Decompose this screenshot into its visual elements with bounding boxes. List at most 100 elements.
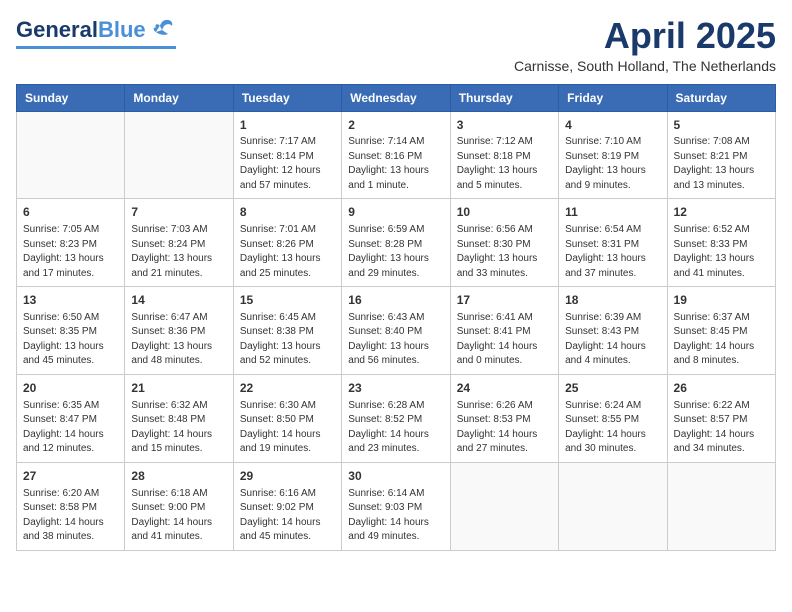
day-info: Sunrise: 6:56 AM Sunset: 8:30 PM Dayligh…: [457, 223, 552, 281]
day-info: Sunrise: 7:14 AM Sunset: 8:16 PM Dayligh…: [348, 135, 443, 193]
day-number: 29: [240, 468, 335, 485]
calendar-cell: 17 Sunrise: 6:41 AM Sunset: 8:41 PM Dayli…: [450, 287, 558, 375]
calendar-week-row: 6 Sunrise: 7:05 AM Sunset: 8:23 PM Daylig…: [17, 199, 776, 287]
day-info: Sunrise: 6:39 AM Sunset: 8:43 PM Dayligh…: [565, 311, 660, 369]
page-header: General Blue April 2025 Carnisse, South …: [16, 16, 776, 74]
day-number: 6: [23, 204, 118, 221]
calendar-cell: [125, 111, 233, 199]
calendar-cell: 25 Sunrise: 6:24 AM Sunset: 8:55 PM Dayli…: [559, 374, 667, 462]
calendar-cell: 11 Sunrise: 6:54 AM Sunset: 8:31 PM Dayli…: [559, 199, 667, 287]
day-number: 28: [131, 468, 226, 485]
day-info: Sunrise: 6:22 AM Sunset: 8:57 PM Dayligh…: [674, 399, 769, 457]
calendar-cell: 23 Sunrise: 6:28 AM Sunset: 8:52 PM Dayli…: [342, 374, 450, 462]
day-number: 5: [674, 117, 769, 134]
calendar-cell: 30 Sunrise: 6:14 AM Sunset: 9:03 PM Dayli…: [342, 462, 450, 550]
calendar-cell: 5Sunrise: 7:08 AM Sunset: 8:21 PM Daylig…: [667, 111, 775, 199]
calendar-cell: 9 Sunrise: 6:59 AM Sunset: 8:28 PM Daylig…: [342, 199, 450, 287]
weekday-header-saturday: Saturday: [667, 84, 775, 111]
logo-text-blue: Blue: [98, 19, 146, 41]
day-number: 9: [348, 204, 443, 221]
day-number: 30: [348, 468, 443, 485]
day-number: 11: [565, 204, 660, 221]
day-info: Sunrise: 6:30 AM Sunset: 8:50 PM Dayligh…: [240, 399, 335, 457]
calendar-week-row: 13 Sunrise: 6:50 AM Sunset: 8:35 PM Dayli…: [17, 287, 776, 375]
day-number: 19: [674, 292, 769, 309]
day-info: Sunrise: 7:05 AM Sunset: 8:23 PM Dayligh…: [23, 223, 118, 281]
day-info: Sunrise: 6:50 AM Sunset: 8:35 PM Dayligh…: [23, 311, 118, 369]
calendar-cell: 12Sunrise: 6:52 AM Sunset: 8:33 PM Dayli…: [667, 199, 775, 287]
calendar-week-row: 27Sunrise: 6:20 AM Sunset: 8:58 PM Dayli…: [17, 462, 776, 550]
calendar-cell: 19 Sunrise: 6:37 AM Sunset: 8:45 PM Dayli…: [667, 287, 775, 375]
day-info: Sunrise: 6:35 AM Sunset: 8:47 PM Dayligh…: [23, 399, 118, 457]
day-number: 22: [240, 380, 335, 397]
calendar-cell: 10 Sunrise: 6:56 AM Sunset: 8:30 PM Dayli…: [450, 199, 558, 287]
day-info: Sunrise: 6:59 AM Sunset: 8:28 PM Dayligh…: [348, 223, 443, 281]
day-number: 1: [240, 117, 335, 134]
calendar-cell: [17, 111, 125, 199]
day-number: 4: [565, 117, 660, 134]
day-number: 24: [457, 380, 552, 397]
calendar-week-row: 1Sunrise: 7:17 AM Sunset: 8:14 PM Daylig…: [17, 111, 776, 199]
day-number: 27: [23, 468, 118, 485]
day-number: 23: [348, 380, 443, 397]
calendar-cell: 7Sunrise: 7:03 AM Sunset: 8:24 PM Daylig…: [125, 199, 233, 287]
weekday-header-wednesday: Wednesday: [342, 84, 450, 111]
day-info: Sunrise: 6:52 AM Sunset: 8:33 PM Dayligh…: [674, 223, 769, 281]
logo-bird-icon: [148, 16, 176, 44]
calendar-cell: [450, 462, 558, 550]
logo-text-general: General: [16, 19, 98, 41]
calendar-cell: 4Sunrise: 7:10 AM Sunset: 8:19 PM Daylig…: [559, 111, 667, 199]
weekday-header-friday: Friday: [559, 84, 667, 111]
calendar-cell: 2Sunrise: 7:14 AM Sunset: 8:16 PM Daylig…: [342, 111, 450, 199]
day-info: Sunrise: 6:24 AM Sunset: 8:55 PM Dayligh…: [565, 399, 660, 457]
day-info: Sunrise: 6:28 AM Sunset: 8:52 PM Dayligh…: [348, 399, 443, 457]
day-number: 21: [131, 380, 226, 397]
day-number: 10: [457, 204, 552, 221]
calendar-cell: 28 Sunrise: 6:18 AM Sunset: 9:00 PM Dayli…: [125, 462, 233, 550]
day-info: Sunrise: 7:10 AM Sunset: 8:19 PM Dayligh…: [565, 135, 660, 193]
logo: General Blue: [16, 16, 176, 49]
calendar-subtitle: Carnisse, South Holland, The Netherlands: [514, 58, 776, 74]
weekday-header-monday: Monday: [125, 84, 233, 111]
day-info: Sunrise: 6:14 AM Sunset: 9:03 PM Dayligh…: [348, 487, 443, 545]
day-number: 16: [348, 292, 443, 309]
day-info: Sunrise: 6:37 AM Sunset: 8:45 PM Dayligh…: [674, 311, 769, 369]
calendar-cell: 16Sunrise: 6:43 AM Sunset: 8:40 PM Dayli…: [342, 287, 450, 375]
day-number: 8: [240, 204, 335, 221]
day-info: Sunrise: 6:32 AM Sunset: 8:48 PM Dayligh…: [131, 399, 226, 457]
calendar-cell: [559, 462, 667, 550]
calendar-cell: 29 Sunrise: 6:16 AM Sunset: 9:02 PM Dayli…: [233, 462, 341, 550]
day-info: Sunrise: 7:17 AM Sunset: 8:14 PM Dayligh…: [240, 135, 335, 193]
calendar-title: April 2025: [514, 16, 776, 56]
calendar-cell: 1Sunrise: 7:17 AM Sunset: 8:14 PM Daylig…: [233, 111, 341, 199]
calendar-cell: 15Sunrise: 6:45 AM Sunset: 8:38 PM Dayli…: [233, 287, 341, 375]
calendar-table: SundayMondayTuesdayWednesdayThursdayFrid…: [16, 84, 776, 551]
day-number: 20: [23, 380, 118, 397]
day-info: Sunrise: 6:18 AM Sunset: 9:00 PM Dayligh…: [131, 487, 226, 545]
day-number: 14: [131, 292, 226, 309]
day-info: Sunrise: 6:16 AM Sunset: 9:02 PM Dayligh…: [240, 487, 335, 545]
day-number: 13: [23, 292, 118, 309]
calendar-cell: 14Sunrise: 6:47 AM Sunset: 8:36 PM Dayli…: [125, 287, 233, 375]
calendar-cell: 26 Sunrise: 6:22 AM Sunset: 8:57 PM Dayli…: [667, 374, 775, 462]
logo-underline: [16, 46, 176, 49]
day-number: 25: [565, 380, 660, 397]
calendar-cell: 27Sunrise: 6:20 AM Sunset: 8:58 PM Dayli…: [17, 462, 125, 550]
day-info: Sunrise: 6:41 AM Sunset: 8:41 PM Dayligh…: [457, 311, 552, 369]
calendar-cell: 6 Sunrise: 7:05 AM Sunset: 8:23 PM Daylig…: [17, 199, 125, 287]
day-number: 17: [457, 292, 552, 309]
day-number: 15: [240, 292, 335, 309]
day-info: Sunrise: 6:54 AM Sunset: 8:31 PM Dayligh…: [565, 223, 660, 281]
calendar-cell: 20 Sunrise: 6:35 AM Sunset: 8:47 PM Dayli…: [17, 374, 125, 462]
day-info: Sunrise: 7:01 AM Sunset: 8:26 PM Dayligh…: [240, 223, 335, 281]
calendar-cell: 18 Sunrise: 6:39 AM Sunset: 8:43 PM Dayli…: [559, 287, 667, 375]
day-number: 3: [457, 117, 552, 134]
calendar-week-row: 20 Sunrise: 6:35 AM Sunset: 8:47 PM Dayli…: [17, 374, 776, 462]
day-info: Sunrise: 7:08 AM Sunset: 8:21 PM Dayligh…: [674, 135, 769, 193]
calendar-cell: 24Sunrise: 6:26 AM Sunset: 8:53 PM Dayli…: [450, 374, 558, 462]
day-number: 2: [348, 117, 443, 134]
day-info: Sunrise: 7:12 AM Sunset: 8:18 PM Dayligh…: [457, 135, 552, 193]
day-number: 26: [674, 380, 769, 397]
day-number: 18: [565, 292, 660, 309]
weekday-header-tuesday: Tuesday: [233, 84, 341, 111]
